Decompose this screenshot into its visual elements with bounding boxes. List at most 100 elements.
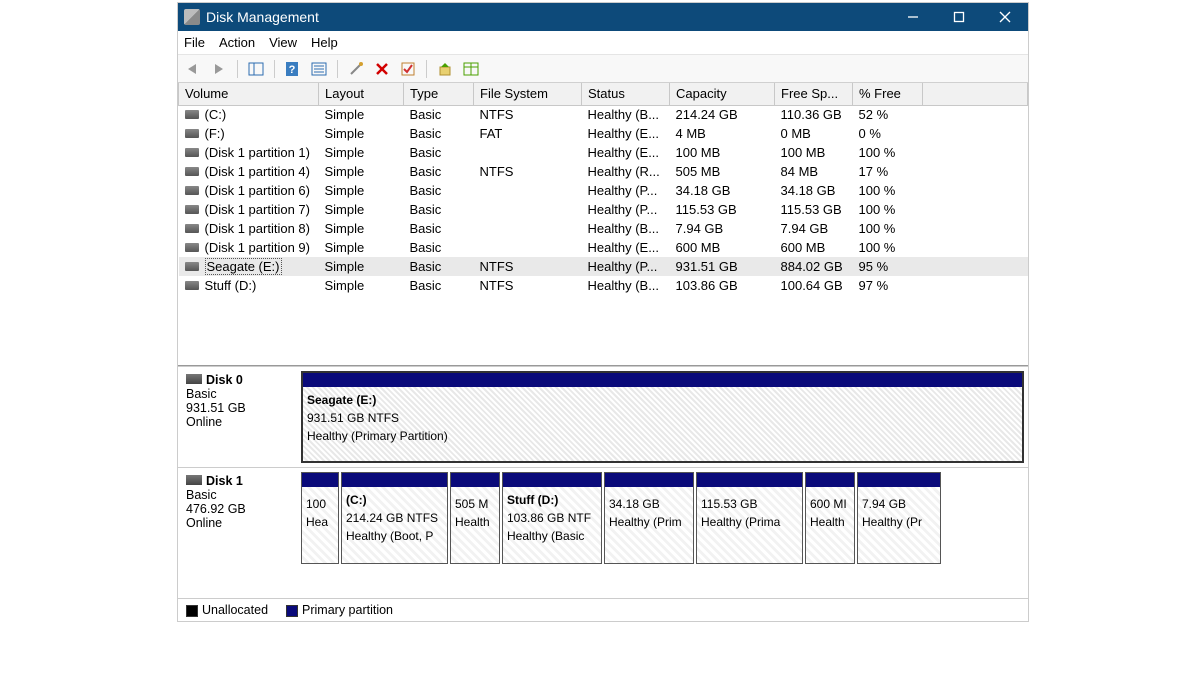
- col-filesystem[interactable]: File System: [474, 83, 582, 105]
- minimize-button[interactable]: [890, 3, 936, 31]
- volume-capacity: 103.86 GB: [670, 276, 775, 295]
- delete-icon[interactable]: [371, 58, 393, 80]
- menu-view[interactable]: View: [269, 35, 297, 50]
- titlebar[interactable]: Disk Management: [178, 3, 1028, 31]
- volume-layout: Simple: [319, 124, 404, 143]
- menu-file[interactable]: File: [184, 35, 205, 50]
- volume-status: Healthy (P...: [582, 200, 670, 219]
- partition-title: Seagate (E:): [303, 391, 1022, 409]
- drive-icon: [185, 186, 199, 195]
- volume-free: 84 MB: [775, 162, 853, 181]
- help-icon[interactable]: ?: [282, 58, 304, 80]
- drive-icon: [185, 224, 199, 233]
- volume-free: 600 MB: [775, 238, 853, 257]
- disk-type: Basic: [186, 488, 293, 502]
- volume-row[interactable]: (Disk 1 partition 4)SimpleBasicNTFSHealt…: [179, 162, 1028, 181]
- forward-button[interactable]: [208, 58, 230, 80]
- partition-size: 214.24 GB NTFS: [342, 509, 447, 527]
- volume-free: 100.64 GB: [775, 276, 853, 295]
- disk-header[interactable]: Disk 1Basic476.92 GBOnline: [182, 472, 297, 564]
- col-pctfree[interactable]: % Free: [853, 83, 923, 105]
- partition-color-bar: [697, 473, 802, 487]
- partition-color-bar: [303, 373, 1022, 387]
- volume-row[interactable]: Stuff (D:)SimpleBasicNTFSHealthy (B...10…: [179, 276, 1028, 295]
- col-layout[interactable]: Layout: [319, 83, 404, 105]
- maximize-button[interactable]: [936, 3, 982, 31]
- volume-row[interactable]: (F:)SimpleBasicFATHealthy (E...4 MB0 MB0…: [179, 124, 1028, 143]
- disk-row: Disk 0Basic931.51 GBOnlineSeagate (E:)93…: [178, 366, 1028, 467]
- col-capacity[interactable]: Capacity: [670, 83, 775, 105]
- svg-text:?: ?: [289, 64, 296, 76]
- partition[interactable]: (C:)214.24 GB NTFSHealthy (Boot, P: [341, 472, 448, 564]
- menu-action[interactable]: Action: [219, 35, 255, 50]
- volume-layout: Simple: [319, 219, 404, 238]
- volume-layout: Simple: [319, 181, 404, 200]
- partition-size: 931.51 GB NTFS: [303, 409, 1022, 427]
- volume-type: Basic: [404, 124, 474, 143]
- volume-layout: Simple: [319, 162, 404, 181]
- volume-row[interactable]: (C:)SimpleBasicNTFSHealthy (B...214.24 G…: [179, 105, 1028, 124]
- volume-table[interactable]: Volume Layout Type File System Status Ca…: [178, 83, 1028, 295]
- partition-size: 600 MI: [806, 495, 854, 513]
- volume-row[interactable]: (Disk 1 partition 8)SimpleBasicHealthy (…: [179, 219, 1028, 238]
- col-type[interactable]: Type: [404, 83, 474, 105]
- volume-name: (Disk 1 partition 7): [205, 202, 310, 217]
- partition[interactable]: 100Hea: [301, 472, 339, 564]
- app-icon: [184, 9, 200, 25]
- volume-free: 110.36 GB: [775, 105, 853, 124]
- volume-fs: NTFS: [474, 276, 582, 295]
- drive-icon: [185, 205, 199, 214]
- disk-graphical-pane[interactable]: Disk 0Basic931.51 GBOnlineSeagate (E:)93…: [178, 366, 1028, 598]
- legend-primary: Primary partition: [286, 603, 393, 617]
- volume-type: Basic: [404, 276, 474, 295]
- volume-free: 115.53 GB: [775, 200, 853, 219]
- volume-row[interactable]: Seagate (E:)SimpleBasicNTFSHealthy (P...…: [179, 257, 1028, 276]
- volume-layout: Simple: [319, 257, 404, 276]
- up-arrow-icon[interactable]: [434, 58, 456, 80]
- settings-list-icon[interactable]: [308, 58, 330, 80]
- partition-status: Health: [806, 513, 854, 531]
- partition[interactable]: Seagate (E:)931.51 GB NTFSHealthy (Prima…: [301, 371, 1024, 463]
- partition-size: 115.53 GB: [697, 495, 802, 513]
- drive-icon: [185, 129, 199, 138]
- close-button[interactable]: [982, 3, 1028, 31]
- partition[interactable]: 600 MIHealth: [805, 472, 855, 564]
- volume-row[interactable]: (Disk 1 partition 1)SimpleBasicHealthy (…: [179, 143, 1028, 162]
- partition[interactable]: 505 MHealth: [450, 472, 500, 564]
- back-button[interactable]: [182, 58, 204, 80]
- volume-header-row: Volume Layout Type File System Status Ca…: [179, 83, 1028, 105]
- partition[interactable]: 115.53 GBHealthy (Prima: [696, 472, 803, 564]
- partition[interactable]: Stuff (D:)103.86 GB NTFHealthy (Basic: [502, 472, 602, 564]
- volume-type: Basic: [404, 219, 474, 238]
- volume-free: 100 MB: [775, 143, 853, 162]
- volume-list-pane: Volume Layout Type File System Status Ca…: [178, 83, 1028, 366]
- volume-row[interactable]: (Disk 1 partition 6)SimpleBasicHealthy (…: [179, 181, 1028, 200]
- volume-name: (Disk 1 partition 4): [205, 164, 310, 179]
- disk-header[interactable]: Disk 0Basic931.51 GBOnline: [182, 371, 297, 463]
- action-wand-icon[interactable]: [345, 58, 367, 80]
- col-free[interactable]: Free Sp...: [775, 83, 853, 105]
- volume-free: 884.02 GB: [775, 257, 853, 276]
- volume-status: Healthy (B...: [582, 105, 670, 124]
- window-title: Disk Management: [206, 9, 890, 25]
- partition[interactable]: 34.18 GBHealthy (Prim: [604, 472, 694, 564]
- volume-capacity: 115.53 GB: [670, 200, 775, 219]
- volume-layout: Simple: [319, 105, 404, 124]
- volume-capacity: 100 MB: [670, 143, 775, 162]
- toolbar: ?: [178, 55, 1028, 83]
- volume-row[interactable]: (Disk 1 partition 7)SimpleBasicHealthy (…: [179, 200, 1028, 219]
- properties-check-icon[interactable]: [397, 58, 419, 80]
- volume-pct: 0 %: [853, 124, 923, 143]
- partition-status: Healthy (Boot, P: [342, 527, 447, 545]
- menu-help[interactable]: Help: [311, 35, 338, 50]
- partition[interactable]: 7.94 GBHealthy (Pr: [857, 472, 941, 564]
- refresh-spreadsheet-icon[interactable]: [460, 58, 482, 80]
- volume-free: 34.18 GB: [775, 181, 853, 200]
- col-status[interactable]: Status: [582, 83, 670, 105]
- partition-container: Seagate (E:)931.51 GB NTFSHealthy (Prima…: [301, 371, 1024, 463]
- volume-pct: 100 %: [853, 238, 923, 257]
- volume-fs: FAT: [474, 124, 582, 143]
- show-hide-console-tree-icon[interactable]: [245, 58, 267, 80]
- volume-row[interactable]: (Disk 1 partition 9)SimpleBasicHealthy (…: [179, 238, 1028, 257]
- col-volume[interactable]: Volume: [179, 83, 319, 105]
